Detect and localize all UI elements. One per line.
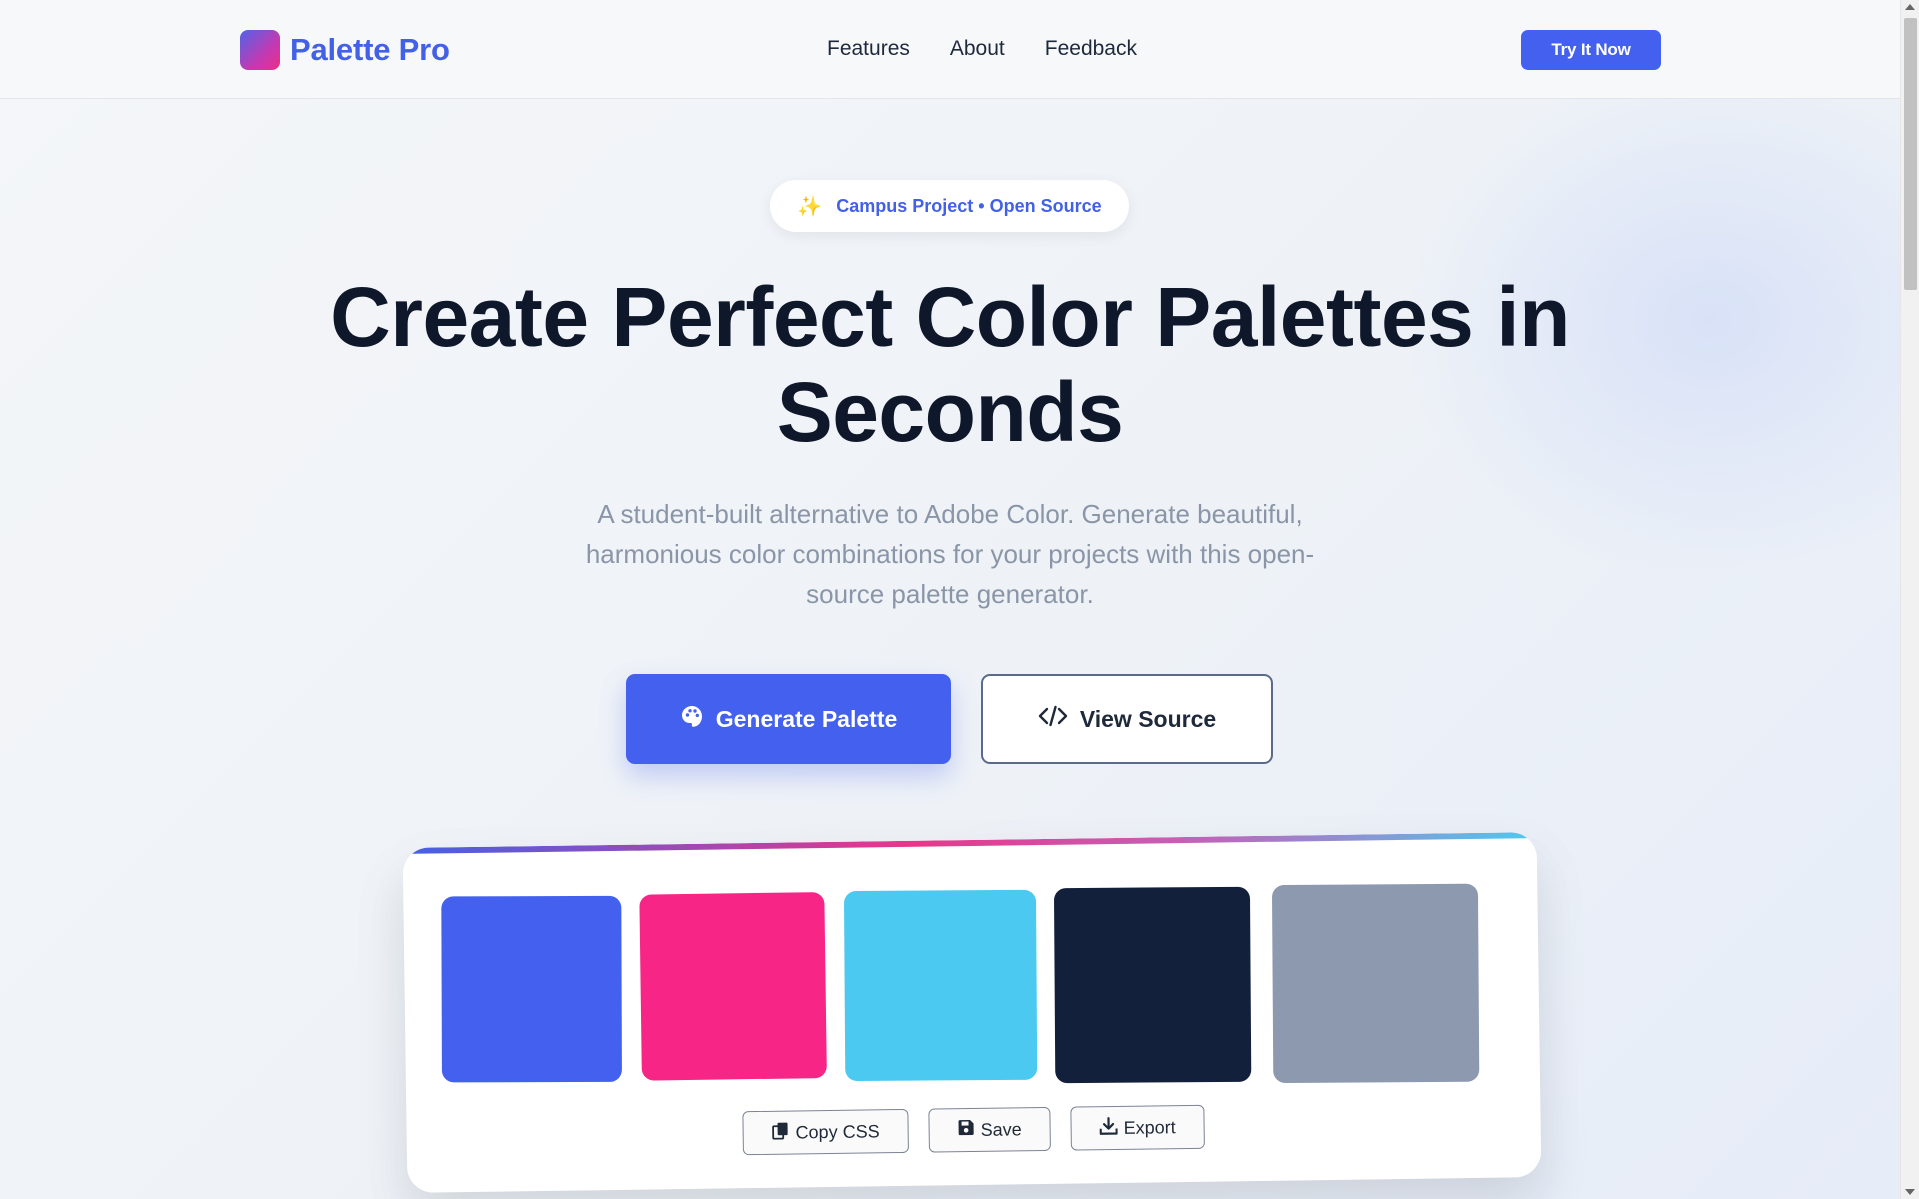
code-icon <box>1038 704 1068 734</box>
badge-text: Campus Project • Open Source <box>836 195 1102 216</box>
project-badge: ✨ Campus Project • Open Source <box>770 180 1129 232</box>
view-source-button[interactable]: View Source <box>981 674 1273 764</box>
scroll-up-arrow-icon[interactable] <box>1905 4 1915 10</box>
site-header: Palette Pro Features About Feedback Try … <box>0 0 1900 99</box>
nav-link-features[interactable]: Features <box>827 37 910 61</box>
hero-title: Create Perfect Color Palettes in Seconds <box>330 270 1570 459</box>
copy-icon <box>771 1121 789 1144</box>
scroll-down-arrow-icon[interactable] <box>1905 1189 1915 1195</box>
color-swatch-3[interactable] <box>843 889 1038 1082</box>
save-icon <box>957 1119 974 1141</box>
generate-palette-label: Generate Palette <box>715 705 898 732</box>
palette-actions: Copy CSS Save Export <box>406 1100 1541 1160</box>
page: Palette Pro Features About Feedback Try … <box>0 0 1900 1199</box>
nav-link-about[interactable]: About <box>950 37 1005 61</box>
export-button[interactable]: Export <box>1070 1104 1205 1151</box>
nav-link-feedback[interactable]: Feedback <box>1045 37 1137 61</box>
hero-subtitle: A student-built alternative to Adobe Col… <box>585 499 1315 609</box>
palette-card: Copy CSS Save Export <box>402 832 1542 1193</box>
generate-palette-button[interactable]: Generate Palette <box>626 674 951 764</box>
main-nav: Features About Feedback <box>827 37 1137 61</box>
brand-name: Palette Pro <box>290 32 450 67</box>
copy-css-label: Copy CSS <box>795 1120 880 1142</box>
brand-logo[interactable]: Palette Pro <box>240 30 450 70</box>
try-it-now-button[interactable]: Try It Now <box>1521 30 1661 70</box>
color-swatch-1[interactable] <box>441 895 622 1083</box>
save-button[interactable]: Save <box>928 1106 1051 1153</box>
color-swatch-4[interactable] <box>1053 886 1252 1084</box>
view-source-label: View Source <box>1079 705 1217 732</box>
sparkles-icon: ✨ <box>797 195 823 218</box>
color-swatch-2[interactable] <box>639 892 827 1081</box>
download-icon <box>1099 1116 1118 1139</box>
logo-mark-icon <box>240 30 280 70</box>
card-gradient-bar <box>402 832 1537 854</box>
copy-css-button[interactable]: Copy CSS <box>742 1108 909 1156</box>
vertical-scrollbar[interactable] <box>1900 0 1919 1199</box>
export-label: Export <box>1123 1116 1176 1138</box>
color-swatch-5[interactable] <box>1271 883 1480 1084</box>
palette-icon <box>680 704 704 734</box>
save-label: Save <box>980 1118 1022 1140</box>
scrollbar-thumb[interactable] <box>1904 18 1917 290</box>
